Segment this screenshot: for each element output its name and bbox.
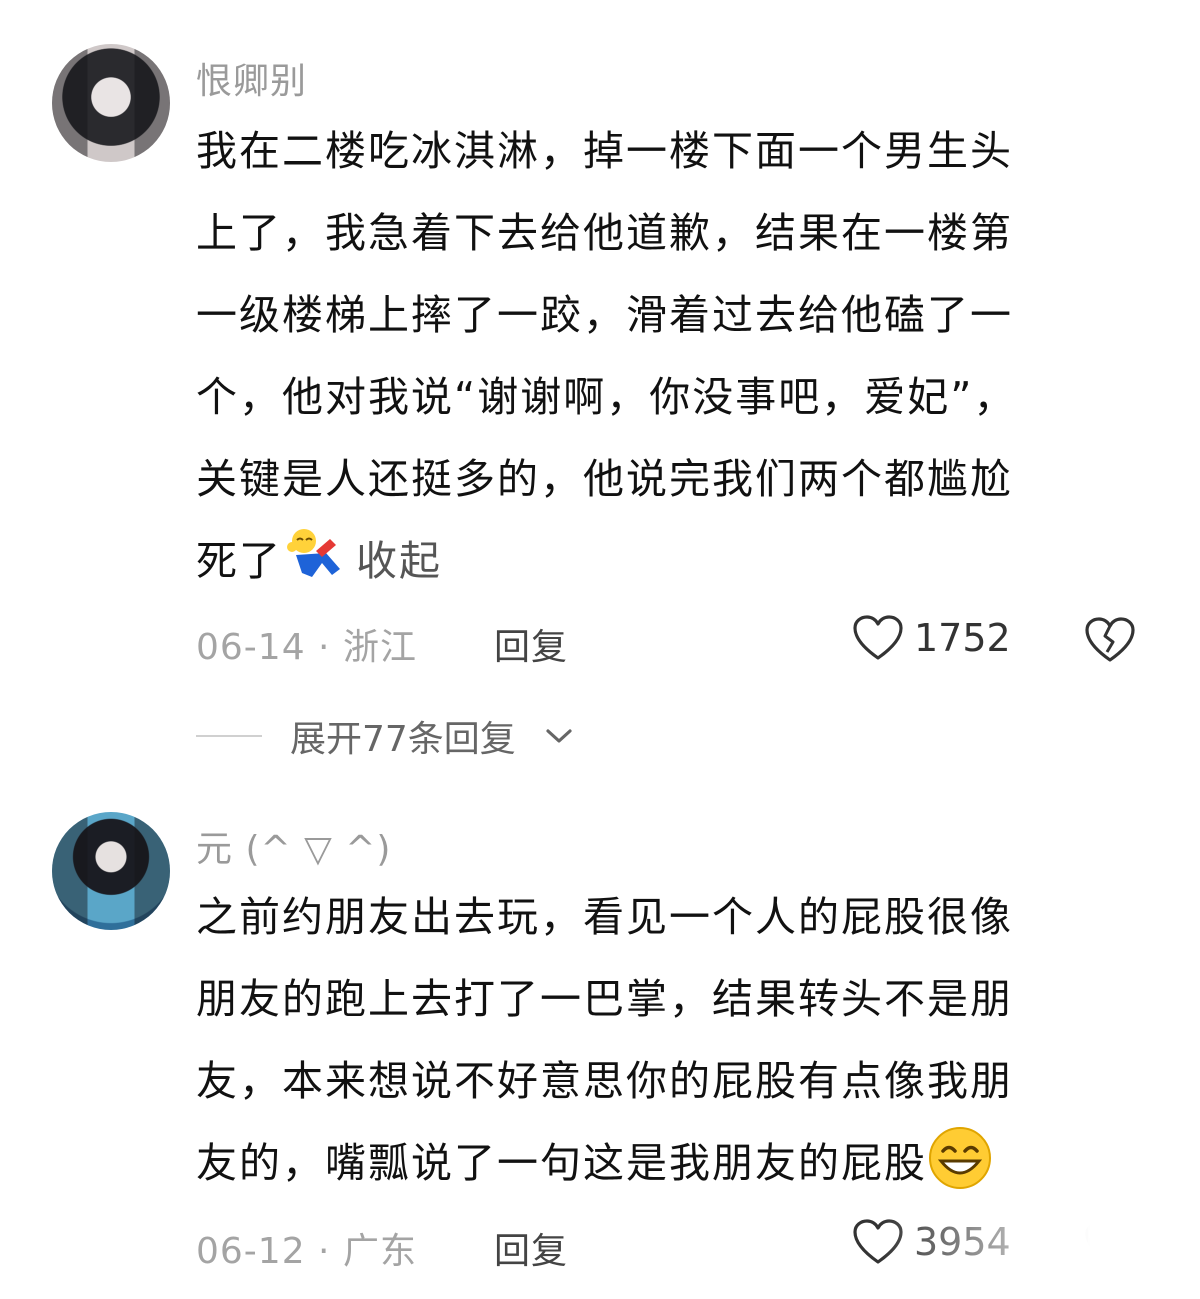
comment-line-text: 友的，嘴瓢说了一句这是我朋友的屁股 xyxy=(196,1139,927,1187)
reply-button[interactable]: 回复 xyxy=(494,1222,568,1274)
username[interactable]: 元 (^ ▽ ^) xyxy=(196,820,391,872)
comment-text: 之前约朋友出去玩，看见一个人的屁股很像 朋友的跑上去打了一巴掌，结果转头不是朋 … xyxy=(196,876,1136,1204)
comment-location: 广东 xyxy=(342,1231,417,1272)
comment-date: 06-12 xyxy=(196,1231,306,1272)
comment-line: 之前约朋友出去玩，看见一个人的屁股很像 xyxy=(196,893,1013,941)
avatar-image xyxy=(52,812,170,930)
comment-2: 元 (^ ▽ ^) 之前约朋友出去玩，看见一个人的屁股很像 朋友的跑上去打了一巴… xyxy=(0,0,1200,1299)
comment-meta: 06-12 · 广东 回复 xyxy=(196,1222,567,1274)
bottom-fade-overlay xyxy=(880,1220,1180,1299)
meta-separator: · xyxy=(305,1231,343,1272)
comment-line: 友，本来想说不好意思你的屁股有点像我朋 xyxy=(196,1057,1013,1105)
avatar[interactable] xyxy=(52,812,170,930)
comment-line: 朋友的跑上去打了一巴掌，结果转头不是朋 xyxy=(196,975,1013,1023)
grinning-face-emoji xyxy=(929,1127,991,1189)
comment-line: 友的，嘴瓢说了一句这是我朋友的屁股 xyxy=(196,1122,1136,1204)
